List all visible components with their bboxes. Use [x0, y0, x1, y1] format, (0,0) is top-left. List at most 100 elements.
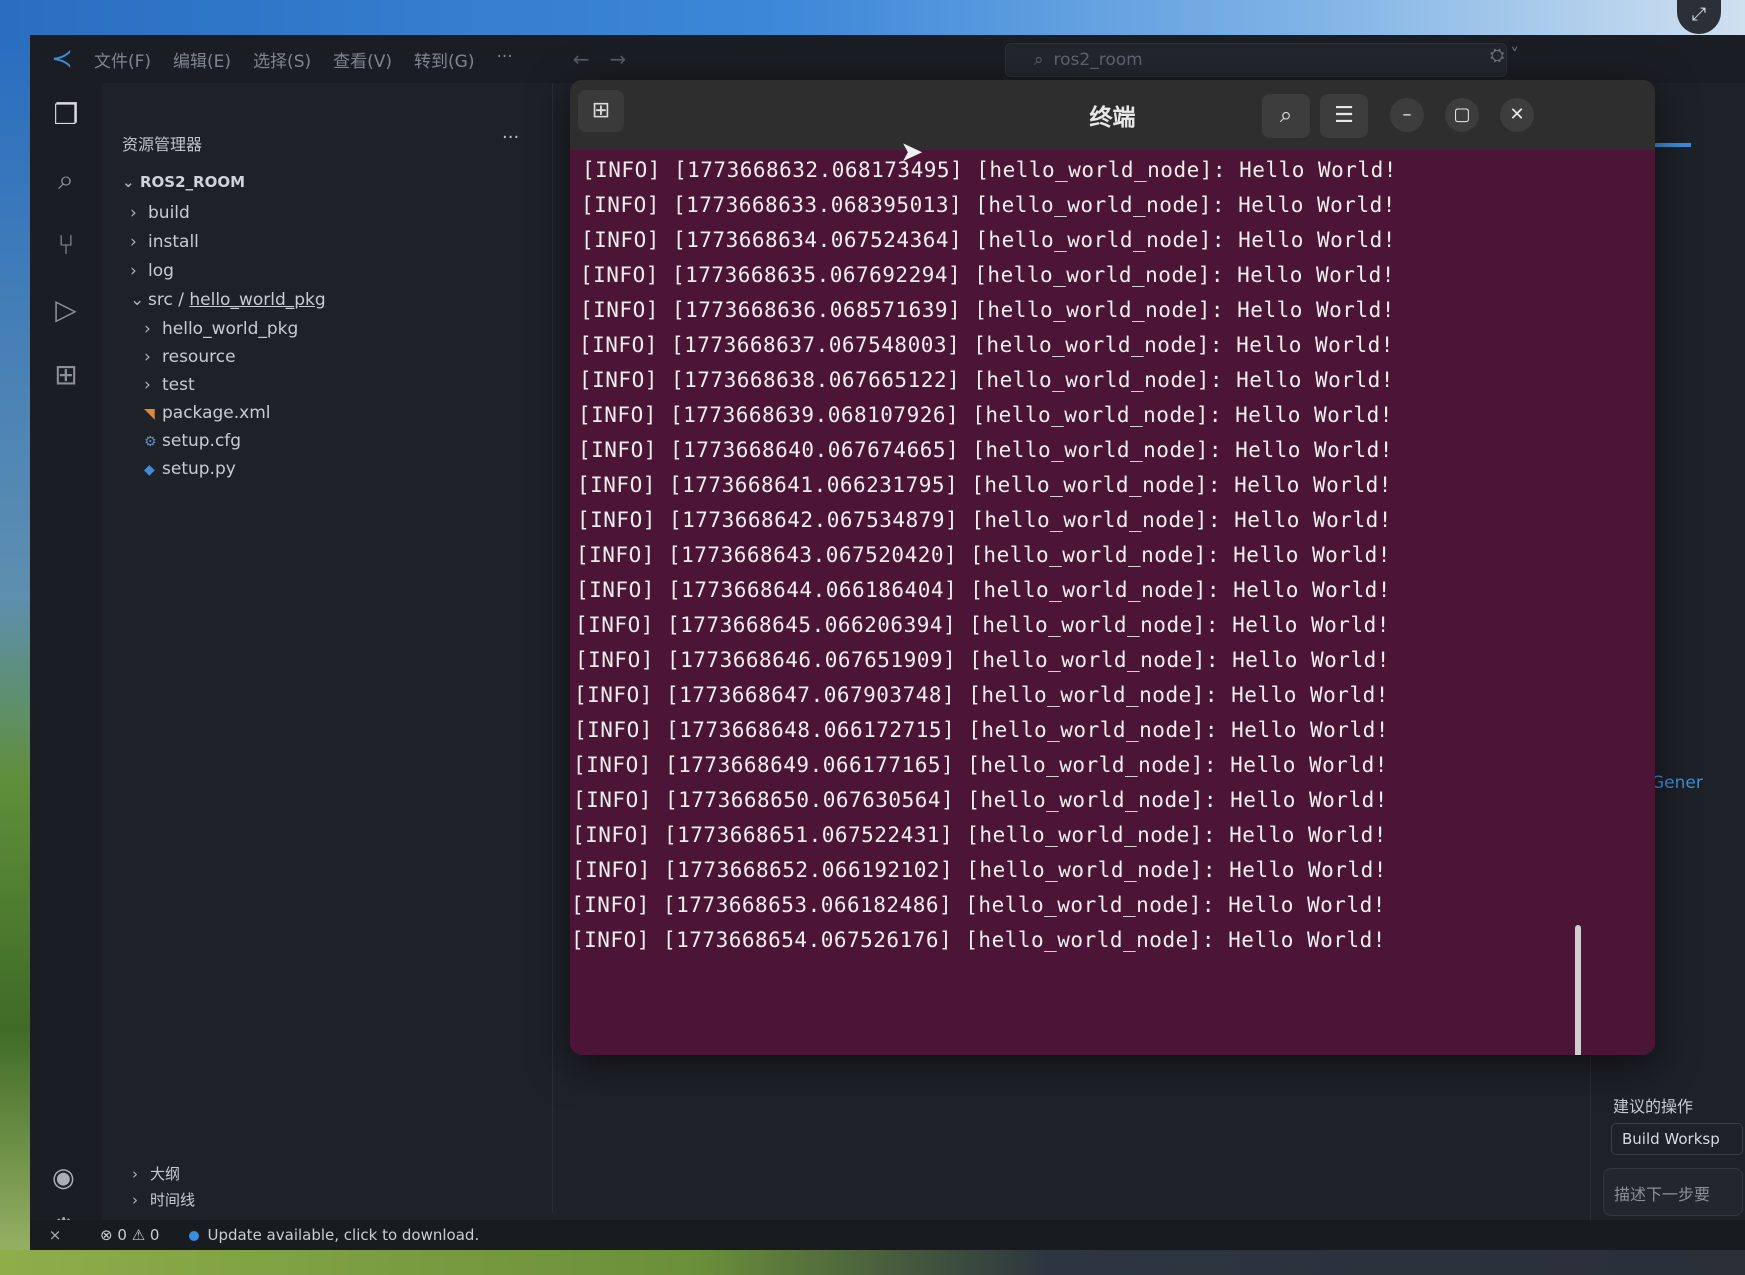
terminal-line: [INFO] [1773668634.067524364] [hello_wor…	[581, 228, 1396, 252]
tree-item-build[interactable]: › build	[130, 199, 190, 227]
sidebar-bottom-sections: › 大纲 › 时间线	[102, 1160, 552, 1220]
terminal-line: [INFO] [1773668641.066231795] [hello_wor…	[577, 473, 1392, 497]
terminal-line: [INFO] [1773668636.068571639] [hello_wor…	[580, 298, 1395, 322]
command-center-search[interactable]: ⌕ ros2_room	[1005, 43, 1507, 77]
tree-item-log[interactable]: › log	[130, 257, 174, 285]
mouse-pointer-icon: ➤	[900, 135, 924, 168]
error-icon: ⊗	[100, 1226, 113, 1244]
problems-indicator[interactable]: ⊗ 0 ⚠ 0	[100, 1226, 159, 1244]
terminal-line: [INFO] [1773668648.066172715] [hello_wor…	[574, 718, 1389, 742]
terminal-search-icon[interactable]: ⌕	[1262, 94, 1310, 138]
explorer-more-button[interactable]: ···	[502, 127, 519, 148]
chevron-right-icon: ›	[132, 1191, 138, 1209]
explorer-icon[interactable]: ❐	[44, 93, 88, 137]
menu-view[interactable]: 查看(V)	[333, 47, 392, 72]
run-debug-icon[interactable]: ▷	[44, 288, 88, 332]
tree-item-setup-cfg[interactable]: ⚙ setup.cfg	[144, 427, 241, 455]
activity-bar: ❐ ⌕ ⑂ ▷ ⊞ ◉ ⚙1	[30, 83, 102, 1250]
tree-item-install[interactable]: › install	[130, 228, 199, 256]
terminal-line: [INFO] [1773668639.068107926] [hello_wor…	[578, 403, 1393, 427]
terminal-menu-icon[interactable]: ☰	[1320, 94, 1368, 138]
chevron-down-icon: ⌄	[122, 173, 135, 191]
terminal-line: [INFO] [1773668633.068395013] [hello_wor…	[581, 193, 1396, 217]
python-file-icon: ◆	[144, 462, 155, 478]
terminal-line: [INFO] [1773668652.066192102] [hello_wor…	[572, 858, 1387, 882]
desktop-wallpaper-top	[0, 0, 1745, 40]
close-icon[interactable]: ✕	[1500, 98, 1534, 132]
generate-link[interactable]: Gener	[1651, 773, 1703, 793]
terminal-scrollbar[interactable]	[1575, 925, 1581, 1055]
terminal-line: [INFO] [1773668640.067674665] [hello_wor…	[578, 438, 1393, 462]
chat-tab-indicator[interactable]	[1651, 143, 1691, 147]
menu-file[interactable]: 文件(F)	[94, 47, 151, 72]
search-icon[interactable]: ⌕	[44, 158, 88, 202]
maximize-icon[interactable]: ▢	[1445, 98, 1479, 132]
menu-more[interactable]: ···	[496, 47, 512, 72]
chevron-right-icon: ›	[132, 1165, 138, 1183]
tree-item-src[interactable]: ⌄ src / hello_world_pkg	[130, 286, 326, 314]
terminal-window: ⊞ 终端 ⌕ ☰ – ▢ ✕ [INFO] [1773668632.068173…	[570, 80, 1655, 1055]
terminal-line: [INFO] [1773668642.067534879] [hello_wor…	[577, 508, 1392, 532]
chat-input[interactable]: 描述下一步要	[1603, 1168, 1743, 1216]
terminal-line: [INFO] [1773668653.066182486] [hello_wor…	[571, 893, 1386, 917]
build-workspace-button[interactable]: Build Worksp	[1611, 1123, 1743, 1155]
explorer-title: 资源管理器	[122, 135, 203, 154]
chevron-right-icon: ›	[144, 319, 151, 339]
vscode-logo-icon: ≺	[51, 44, 73, 74]
tree-item-resource[interactable]: › resource	[144, 343, 236, 371]
terminal-line: [INFO] [1773668645.066206394] [hello_wor…	[575, 613, 1390, 637]
terminal-line: [INFO] [1773668632.068173495] [hello_wor…	[582, 158, 1397, 182]
chevron-down-icon: ⌄	[130, 290, 145, 310]
update-dot-icon	[189, 1230, 200, 1241]
timeline-section[interactable]: › 时间线	[132, 1186, 195, 1214]
warning-icon: ⚠	[131, 1226, 146, 1244]
forward-arrow-icon[interactable]: →	[609, 47, 626, 71]
terminal-line: [INFO] [1773668644.066186404] [hello_wor…	[576, 578, 1391, 602]
chevron-right-icon: ›	[130, 261, 137, 281]
remote-icon[interactable]: ⨯	[30, 1226, 80, 1244]
terminal-line: [INFO] [1773668635.067692294] [hello_wor…	[580, 263, 1395, 287]
terminal-line: [INFO] [1773668638.067665122] [hello_wor…	[579, 368, 1394, 392]
workspace-root[interactable]: ⌄ ROS2_ROOM	[122, 173, 245, 191]
terminal-line: [INFO] [1773668647.067903748] [hello_wor…	[574, 683, 1389, 707]
terminal-line: [INFO] [1773668650.067630564] [hello_wor…	[573, 788, 1388, 812]
menu-edit[interactable]: 编辑(E)	[173, 47, 231, 72]
desktop-wallpaper-bottom	[0, 1250, 1745, 1275]
menu-go[interactable]: 转到(G)	[414, 47, 474, 72]
explorer-sidebar: 资源管理器 ··· ⌄ ROS2_ROOM › build › install › lo…	[102, 83, 553, 1213]
chevron-right-icon: ›	[130, 203, 137, 223]
search-icon: ⌕	[1034, 50, 1044, 70]
terminal-line: [INFO] [1773668654.067526176] [hello_wor…	[571, 928, 1386, 952]
terminal-line: [INFO] [1773668651.067522431] [hello_wor…	[572, 823, 1387, 847]
status-bar: ⨯ ⊗ 0 ⚠ 0 Update available, click to dow…	[30, 1220, 1745, 1250]
tree-item-test[interactable]: › test	[144, 371, 195, 399]
terminal-title: 终端	[1089, 105, 1136, 131]
extensions-icon[interactable]: ⊞	[44, 353, 88, 397]
gear-file-icon: ⚙	[144, 434, 157, 450]
menu-selection[interactable]: 选择(S)	[253, 47, 311, 72]
back-arrow-icon[interactable]: ←	[573, 47, 590, 71]
terminal-output[interactable]: [INFO] [1773668632.068173495] [hello_wor…	[570, 150, 1655, 1055]
chevron-right-icon: ›	[144, 347, 151, 367]
minimize-icon[interactable]: –	[1390, 98, 1424, 132]
menu-bar: 文件(F) 编辑(E) 选择(S) 查看(V) 转到(G) ···	[94, 47, 513, 72]
terminal-line: [INFO] [1773668637.067548003] [hello_wor…	[579, 333, 1394, 357]
update-notification[interactable]: Update available, click to download.	[189, 1226, 479, 1244]
history-nav: ← →	[573, 47, 627, 71]
suggested-actions-label: 建议的操作	[1613, 1097, 1694, 1116]
title-bar: ≺ 文件(F) 编辑(E) 选择(S) 查看(V) 转到(G) ··· ← → …	[30, 35, 1745, 83]
rss-xml-icon: ◥	[144, 406, 155, 422]
tree-item-package-xml[interactable]: ◥ package.xml	[144, 399, 271, 427]
tree-item-hello-world-pkg[interactable]: › hello_world_pkg	[144, 315, 298, 343]
copilot-icon[interactable]: ⛭ ˅	[1490, 45, 1519, 66]
account-icon[interactable]: ◉	[52, 1163, 75, 1193]
search-text: ros2_room	[1053, 50, 1143, 70]
terminal-line: [INFO] [1773668643.067520420] [hello_wor…	[576, 543, 1391, 567]
outline-section[interactable]: › 大纲	[132, 1160, 180, 1188]
terminal-line: [INFO] [1773668646.067651909] [hello_wor…	[575, 648, 1390, 672]
terminal-line: [INFO] [1773668649.066177165] [hello_wor…	[573, 753, 1388, 777]
source-control-icon[interactable]: ⑂	[44, 223, 88, 267]
terminal-header: ⊞ 终端 ⌕ ☰ – ▢ ✕	[570, 80, 1655, 150]
chevron-right-icon: ›	[130, 232, 137, 252]
tree-item-setup-py[interactable]: ◆ setup.py	[144, 455, 236, 483]
